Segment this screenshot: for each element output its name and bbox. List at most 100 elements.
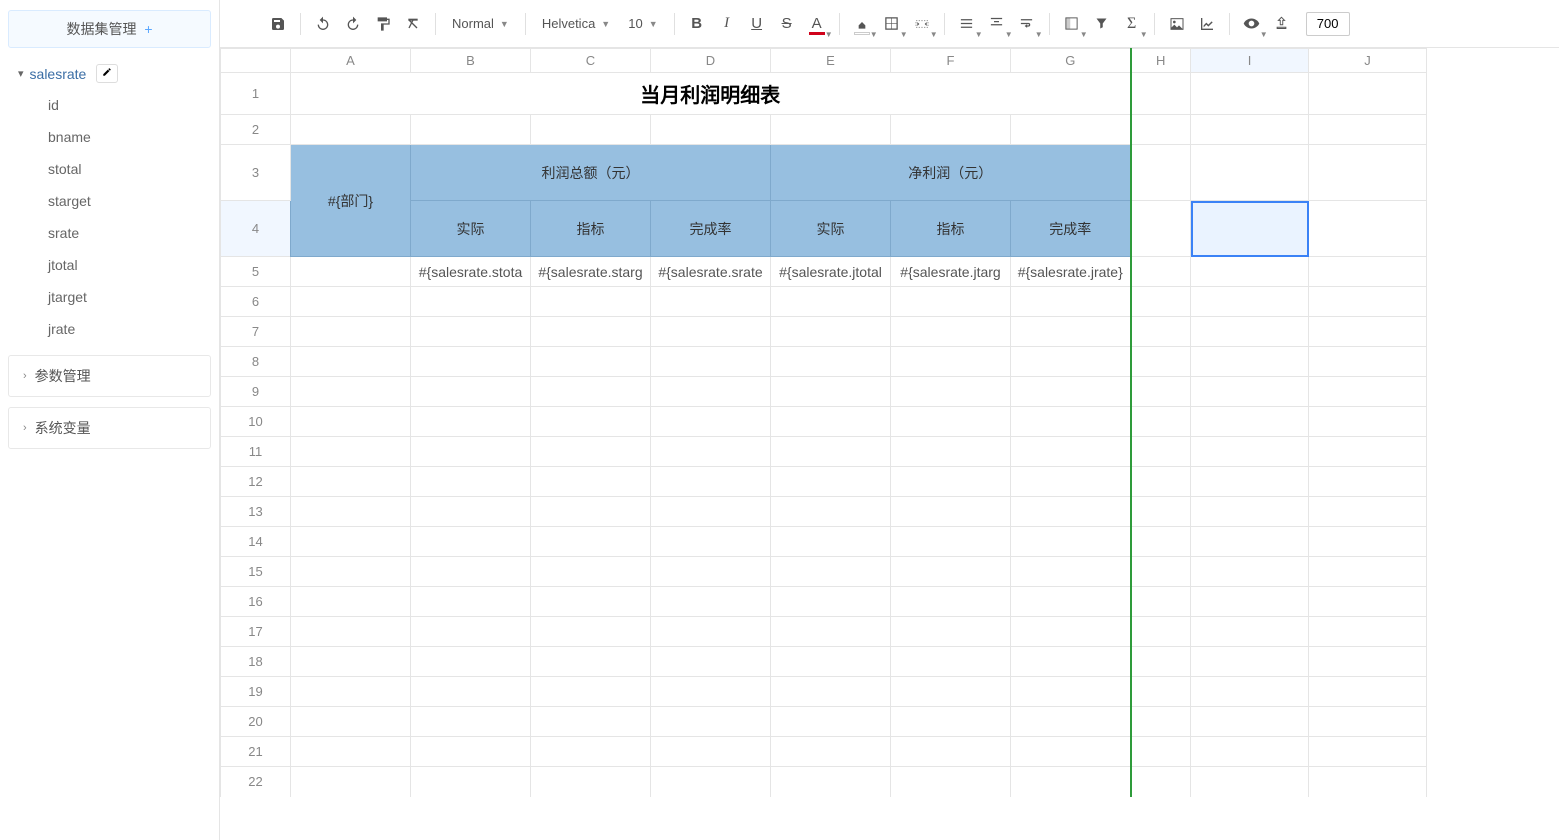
cell[interactable] xyxy=(1309,527,1427,557)
size-select[interactable]: 10 ▼ xyxy=(620,10,665,38)
fill-color-icon[interactable]: ▼ xyxy=(848,10,876,38)
cell[interactable] xyxy=(1131,201,1191,257)
row-header[interactable]: 3 xyxy=(221,145,291,201)
cell[interactable] xyxy=(1131,527,1191,557)
strike-icon[interactable]: S xyxy=(773,10,801,38)
cell[interactable] xyxy=(291,527,411,557)
cell[interactable] xyxy=(531,677,651,707)
cell[interactable] xyxy=(651,317,771,347)
h-align-icon[interactable]: ▼ xyxy=(953,10,981,38)
formula-icon[interactable]: Σ ▼ xyxy=(1118,10,1146,38)
cell[interactable] xyxy=(891,647,1011,677)
zoom-input[interactable] xyxy=(1306,12,1350,36)
col-header[interactable]: D xyxy=(651,49,771,73)
cell[interactable] xyxy=(291,467,411,497)
clear-format-icon[interactable] xyxy=(399,10,427,38)
cell[interactable] xyxy=(531,115,651,145)
cell[interactable] xyxy=(771,497,891,527)
cell[interactable] xyxy=(291,407,411,437)
row-header[interactable]: 16 xyxy=(221,587,291,617)
cell[interactable] xyxy=(1191,557,1309,587)
col-header[interactable]: A xyxy=(291,49,411,73)
cell[interactable] xyxy=(1011,587,1131,617)
cell[interactable] xyxy=(651,497,771,527)
cell[interactable] xyxy=(411,437,531,467)
cell[interactable] xyxy=(1309,317,1427,347)
cell[interactable] xyxy=(771,527,891,557)
cell[interactable] xyxy=(1191,617,1309,647)
cell[interactable] xyxy=(531,437,651,467)
cell[interactable] xyxy=(651,617,771,647)
cell[interactable] xyxy=(1011,707,1131,737)
cell[interactable] xyxy=(651,647,771,677)
cell[interactable] xyxy=(411,647,531,677)
group2-header[interactable]: 净利润（元） xyxy=(771,145,1131,201)
cell[interactable]: #{salesrate.srate xyxy=(651,257,771,287)
cell[interactable] xyxy=(1191,377,1309,407)
cell[interactable] xyxy=(1309,737,1427,767)
sub-header[interactable]: 完成率 xyxy=(651,201,771,257)
cell[interactable] xyxy=(531,467,651,497)
style-select[interactable]: Normal ▼ xyxy=(444,10,517,38)
cell[interactable] xyxy=(891,497,1011,527)
italic-icon[interactable]: I xyxy=(713,10,741,38)
row-header[interactable]: 13 xyxy=(221,497,291,527)
cell[interactable]: #{salesrate.stota xyxy=(411,257,531,287)
cell[interactable] xyxy=(771,287,891,317)
row-header[interactable]: 2 xyxy=(221,115,291,145)
cell[interactable] xyxy=(411,527,531,557)
cell[interactable] xyxy=(891,437,1011,467)
cell[interactable] xyxy=(1011,497,1131,527)
cell[interactable] xyxy=(411,707,531,737)
title-cell[interactable]: 当月利润明细表 xyxy=(291,73,1131,115)
cell[interactable] xyxy=(1011,407,1131,437)
cell[interactable] xyxy=(1131,287,1191,317)
cell[interactable] xyxy=(771,677,891,707)
cell[interactable] xyxy=(1191,707,1309,737)
cell[interactable] xyxy=(531,497,651,527)
cell[interactable] xyxy=(291,707,411,737)
row-header[interactable]: 21 xyxy=(221,737,291,767)
cell[interactable] xyxy=(411,587,531,617)
sub-header[interactable]: 完成率 xyxy=(1011,201,1131,257)
cell[interactable] xyxy=(1131,73,1191,115)
cell[interactable] xyxy=(291,737,411,767)
redo-icon[interactable] xyxy=(339,10,367,38)
filter-icon[interactable] xyxy=(1088,10,1116,38)
dept-header[interactable]: #{部门} xyxy=(291,145,411,257)
cell[interactable] xyxy=(1011,527,1131,557)
cell[interactable] xyxy=(411,677,531,707)
cell[interactable] xyxy=(1011,377,1131,407)
cell[interactable] xyxy=(411,287,531,317)
save-icon[interactable] xyxy=(264,10,292,38)
cell[interactable] xyxy=(891,767,1011,797)
cell[interactable] xyxy=(651,467,771,497)
cell[interactable] xyxy=(291,317,411,347)
col-header[interactable]: J xyxy=(1309,49,1427,73)
row-header[interactable]: 4 xyxy=(221,201,291,257)
cell[interactable] xyxy=(531,737,651,767)
cell[interactable] xyxy=(1191,677,1309,707)
cell[interactable] xyxy=(771,737,891,767)
export-icon[interactable] xyxy=(1268,10,1296,38)
cell[interactable] xyxy=(771,437,891,467)
sub-header[interactable]: 指标 xyxy=(531,201,651,257)
text-color-icon[interactable]: A ▼ xyxy=(803,10,831,38)
cell[interactable] xyxy=(1131,647,1191,677)
cell[interactable] xyxy=(1191,145,1309,201)
cell[interactable] xyxy=(1191,407,1309,437)
v-align-icon[interactable]: ▼ xyxy=(983,10,1011,38)
preview-icon[interactable]: ▼ xyxy=(1238,10,1266,38)
cell[interactable] xyxy=(651,737,771,767)
cell[interactable] xyxy=(1011,467,1131,497)
cell[interactable] xyxy=(1309,617,1427,647)
cell[interactable] xyxy=(891,587,1011,617)
sub-header[interactable]: 指标 xyxy=(891,201,1011,257)
cell[interactable] xyxy=(1131,115,1191,145)
cell[interactable] xyxy=(1309,145,1427,201)
col-header[interactable]: G xyxy=(1011,49,1131,73)
cell[interactable] xyxy=(651,527,771,557)
row-header[interactable]: 20 xyxy=(221,707,291,737)
row-header[interactable]: 18 xyxy=(221,647,291,677)
row-header[interactable]: 15 xyxy=(221,557,291,587)
